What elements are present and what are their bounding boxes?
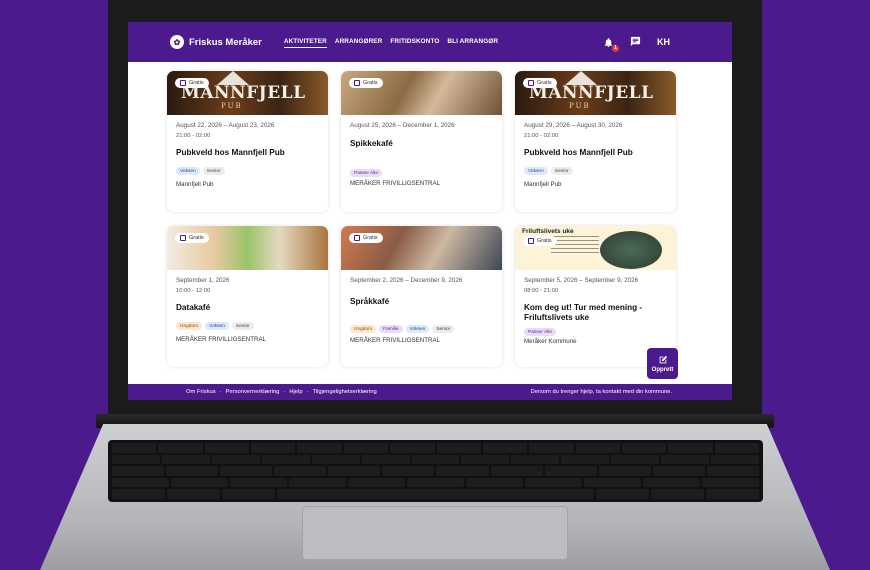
organizer: Mannfjell Pub: [524, 181, 562, 188]
nav-bli-arrangor[interactable]: BLI ARRANGØR: [447, 36, 498, 48]
price-badge: Gratis: [349, 233, 383, 243]
activity-time: 21:00 - 02:00: [524, 133, 559, 139]
notification-badge: 1: [612, 44, 619, 52]
footer-link-personvern[interactable]: Personvernerklæring: [226, 389, 280, 395]
tag: Passer Alle: [524, 328, 556, 336]
activity-dates: August 22, 2026 – August 23, 2026: [176, 122, 275, 129]
calendar-icon: [354, 235, 360, 241]
tag: Voksen: [524, 167, 548, 175]
price-badge: Gratis: [523, 78, 557, 88]
laptop-screen: ✿ Friskus Meråker AKTIVITETER ARRANGØRER…: [128, 22, 732, 400]
tag: Senior: [432, 325, 455, 333]
activity-image: Gratis: [341, 71, 502, 115]
activity-dates: September 1, 2026: [176, 277, 230, 284]
main-nav: AKTIVITETER ARRANGØRER FRITIDSKONTO BLI …: [283, 36, 498, 48]
price-badge: Gratis: [523, 236, 557, 246]
activity-image: Friluftslivets uke Gratis: [515, 226, 676, 270]
activity-card[interactable]: Friluftslivets uke Gratis September 5, 2…: [515, 226, 676, 367]
trackpad: [302, 506, 568, 560]
tag: Ungdom: [176, 322, 203, 330]
logo-text: Friskus Meråker: [189, 36, 262, 48]
footer-link-tilgjengelighet[interactable]: Tilgjengelighetserklæring: [312, 389, 376, 395]
activity-title: Spikkekafé: [350, 139, 393, 148]
user-avatar[interactable]: KH: [657, 37, 670, 47]
tag: Voksen: [205, 322, 229, 330]
activity-dates: September 5, 2026 – September 9, 2026: [524, 277, 639, 284]
tag: Senior: [231, 322, 254, 330]
image-logo-sub: PUB: [569, 102, 591, 110]
footer-link-hjelp[interactable]: Hjelp: [289, 389, 302, 395]
organizer: MERÅKER FRIVILLIGSENTRAL: [350, 337, 441, 344]
activity-card[interactable]: MANNFJELL PUB Gratis August 29, 2026 – A…: [515, 71, 676, 212]
footer-link-om[interactable]: Om Friskus: [186, 389, 216, 395]
calendar-icon: [528, 238, 534, 244]
price-badge: Gratis: [349, 78, 383, 88]
activity-card[interactable]: Gratis August 25, 2026 – December 1, 202…: [341, 71, 502, 212]
activity-dates: August 25, 2026 – December 1, 2026: [350, 122, 455, 129]
image-title-text: Friluftslivets uke: [522, 228, 574, 235]
price-badge: Gratis: [175, 233, 209, 243]
calendar-icon: [180, 80, 186, 86]
organizer: Mannfjell Pub: [176, 181, 214, 188]
calendar-icon: [180, 235, 186, 241]
price-badge: Gratis: [175, 78, 209, 88]
friskus-logo-icon: ✿: [170, 35, 184, 49]
tag: Familie: [379, 325, 403, 333]
activity-card[interactable]: Gratis September 2, 2026 – December 9, 2…: [341, 226, 502, 367]
tag: Senior: [202, 167, 225, 175]
organizer: MERÅKER FRIVILLIGSENTRAL: [176, 336, 267, 343]
organizer: Meråker Kommune: [524, 338, 577, 345]
activity-image: MANNFJELL PUB Gratis: [515, 71, 676, 115]
organizer: MERÅKER FRIVILLIGSENTRAL: [350, 180, 441, 187]
calendar-icon: [528, 80, 534, 86]
nav-arrangorer[interactable]: ARRANGØRER: [335, 36, 383, 48]
footer-help-text: Dersom du trenger hjelp, ta kontakt med …: [530, 389, 672, 395]
activity-time: 21:00 - 02:00: [176, 133, 211, 139]
create-activity-button[interactable]: Opprett: [647, 348, 678, 379]
activity-title: Språkkafé: [350, 297, 390, 306]
keyboard: [108, 440, 763, 502]
calendar-icon: [354, 80, 360, 86]
activity-time: 10:00 - 12:00: [176, 288, 211, 294]
tag: Ungdom: [350, 325, 377, 333]
nav-fritidskonto[interactable]: FRITIDSKONTO: [390, 36, 439, 48]
activity-title: Pubkveld hos Mannfjell Pub: [524, 148, 633, 157]
activity-card[interactable]: Gratis September 1, 2026 10:00 - 12:00 D…: [167, 226, 328, 367]
notifications-button[interactable]: 1: [603, 37, 619, 52]
activity-time: 08:00 - 21:00: [524, 288, 559, 294]
top-navigation-bar: ✿ Friskus Meråker AKTIVITETER ARRANGØRER…: [128, 22, 732, 62]
site-logo[interactable]: ✿ Friskus Meråker: [170, 35, 262, 49]
activity-title: Pubkveld hos Mannfjell Pub: [176, 148, 285, 157]
activity-image: Gratis: [167, 226, 328, 270]
footer: Om Friskus · Personvernerklæring · Hjelp…: [128, 384, 732, 400]
tag: Voksen: [405, 325, 430, 333]
activity-grid: MANNFJELL PUB Gratis August 22, 2026 – A…: [167, 71, 679, 367]
activity-card[interactable]: MANNFJELL PUB Gratis August 22, 2026 – A…: [167, 71, 328, 212]
chat-icon: [630, 36, 641, 46]
nav-aktiviteter[interactable]: AKTIVITETER: [283, 36, 327, 48]
tag: Passer Alle: [350, 169, 382, 177]
tag: Voksen: [176, 167, 200, 175]
create-label: Opprett: [651, 366, 674, 373]
activity-title: Kom deg ut! Tur med mening - Friluftsliv…: [524, 303, 643, 322]
image-logo-sub: PUB: [221, 102, 243, 110]
activity-dates: August 29, 2026 – August 30, 2026: [524, 122, 623, 129]
messages-button[interactable]: [630, 36, 641, 49]
activity-image: Gratis: [341, 226, 502, 270]
activity-dates: September 2, 2026 – December 9, 2026: [350, 277, 463, 284]
activity-image: MANNFJELL PUB Gratis: [167, 71, 328, 115]
tag: Senior: [550, 167, 573, 175]
activity-title: Datakafé: [176, 303, 211, 312]
edit-icon: [659, 355, 667, 363]
